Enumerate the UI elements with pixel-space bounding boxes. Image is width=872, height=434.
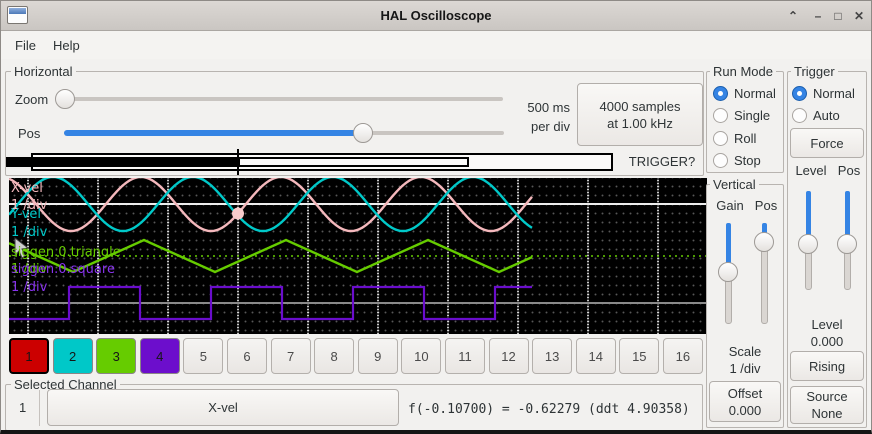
vertical-scale-caption: Scale <box>709 344 781 359</box>
samples-button[interactable]: 4000 samples at 1.00 kHz <box>577 83 703 146</box>
trigger-question-label: TRIGGER? <box>621 154 703 169</box>
trigger-source-line2: None <box>811 405 842 422</box>
trigger-edge-button[interactable]: Rising <box>790 351 864 381</box>
selected-channel-separator <box>39 390 40 426</box>
pos-slider-fill <box>64 130 358 136</box>
channel-button-8[interactable]: 8 <box>314 338 354 374</box>
menubar: File Help <box>1 31 871 59</box>
scope-channel-label: X-vel <box>11 182 43 195</box>
scope-channel-label: Y-vel <box>11 208 41 221</box>
scope-channel-label: siggen.0.triangle <box>11 246 121 259</box>
trigger-level-slider-label: Level <box>791 163 831 178</box>
vertical-pos-groove[interactable] <box>761 242 768 324</box>
selected-channel-number: 1 <box>19 400 26 415</box>
scope-display[interactable]: X-vel1 /divY-vel1 /divsiggen.0.triangle1… <box>9 178 707 334</box>
channel-button-13[interactable]: 13 <box>532 338 572 374</box>
trigger-source-line1: Source <box>806 388 847 405</box>
channel-button-5[interactable]: 5 <box>183 338 223 374</box>
zoom-slider-track[interactable] <box>59 97 503 101</box>
maximize-icon[interactable]: □ <box>829 7 847 25</box>
trigger-level-value: 0.000 <box>791 334 863 349</box>
radio-selected-icon[interactable] <box>792 86 807 101</box>
channel-button-4[interactable]: 4 <box>140 338 180 374</box>
scope-channel-label: siggen.0.square <box>11 263 115 276</box>
record-bar-filled <box>6 157 238 167</box>
radio-label: Auto <box>813 108 840 123</box>
channel-name-label: X-vel <box>208 399 238 416</box>
vertical-scale-value: 1 /div <box>709 361 781 376</box>
minimize-icon[interactable]: – <box>809 7 827 25</box>
rate-line2: per div <box>506 119 570 134</box>
radio-label: Roll <box>734 131 756 146</box>
force-button-label: Force <box>810 135 843 152</box>
vertical-pos-handle[interactable] <box>754 232 774 252</box>
channel-button-12[interactable]: 12 <box>489 338 529 374</box>
radio-label: Single <box>734 108 770 123</box>
radio-label: Normal <box>734 86 776 101</box>
channel-button-3[interactable]: 3 <box>96 338 136 374</box>
channel-button-16[interactable]: 16 <box>663 338 703 374</box>
trigger-group-label: Trigger <box>791 64 838 79</box>
trigger-edge-label: Rising <box>809 358 845 375</box>
radio-icon[interactable] <box>713 131 728 146</box>
channel-button-7[interactable]: 7 <box>271 338 311 374</box>
titlebar: HAL Oscilloscope ⌃ – □ ✕ <box>1 1 871 31</box>
vertical-group-label: Vertical <box>710 177 759 192</box>
channel-button-14[interactable]: 14 <box>576 338 616 374</box>
run-mode-label: Run Mode <box>710 64 776 79</box>
vertical-gain-label: Gain <box>711 198 749 213</box>
samples-line2: at 1.00 kHz <box>607 115 673 132</box>
horizontal-group-label: Horizontal <box>11 64 76 79</box>
channel-button-15[interactable]: 15 <box>619 338 659 374</box>
record-bar-pending <box>238 157 469 167</box>
channel-button-10[interactable]: 10 <box>401 338 441 374</box>
pos-label: Pos <box>18 126 40 141</box>
rate-line1: 500 ms <box>506 100 570 115</box>
channel-button-9[interactable]: 9 <box>358 338 398 374</box>
radio-label: Normal <box>813 86 855 101</box>
vertical-offset-line2: 0.000 <box>729 402 762 419</box>
window-title: HAL Oscilloscope <box>1 8 871 23</box>
radio-selected-icon[interactable] <box>713 86 728 101</box>
channel-button-1[interactable]: 1 <box>9 338 49 374</box>
trigger-level-caption: Level <box>791 317 863 332</box>
shade-icon[interactable]: ⌃ <box>784 7 802 25</box>
zoom-label: Zoom <box>15 92 48 107</box>
channel-button-2[interactable]: 2 <box>53 338 93 374</box>
channel-name-button[interactable]: X-vel <box>47 389 399 426</box>
scope-channel-label: 1 /div <box>11 281 47 294</box>
channel-readout: f(-0.10700) = -0.62279 (ddt 4.90358) <box>408 402 690 417</box>
channel-button-11[interactable]: 11 <box>445 338 485 374</box>
close-icon[interactable]: ✕ <box>850 7 868 25</box>
force-button[interactable]: Force <box>790 128 864 158</box>
zoom-slider-handle[interactable] <box>55 89 75 109</box>
menu-file[interactable]: File <box>9 35 42 56</box>
vertical-offset-line1: Offset <box>728 385 762 402</box>
vertical-pos-label: Pos <box>752 198 780 213</box>
vertical-gain-handle[interactable] <box>718 262 738 282</box>
trigger-source-button[interactable]: Source None <box>790 386 864 424</box>
record-trigger-tick <box>237 149 239 175</box>
vertical-offset-button[interactable]: Offset 0.000 <box>709 381 781 422</box>
pos-slider-handle[interactable] <box>353 123 373 143</box>
radio-label: Stop <box>734 153 761 168</box>
scope-channel-label: 1 /div <box>11 226 47 239</box>
window: HAL Oscilloscope ⌃ – □ ✕ File Help Horiz… <box>0 0 872 434</box>
channel-button-6[interactable]: 6 <box>227 338 267 374</box>
trigger-pos-slider-label: Pos <box>835 163 863 178</box>
menu-help[interactable]: Help <box>47 35 86 56</box>
samples-line1: 4000 samples <box>600 98 681 115</box>
channel-button-row: 12345678910111213141516 <box>9 338 707 374</box>
trigger-level-handle[interactable] <box>798 234 818 254</box>
trigger-pos-handle[interactable] <box>837 234 857 254</box>
